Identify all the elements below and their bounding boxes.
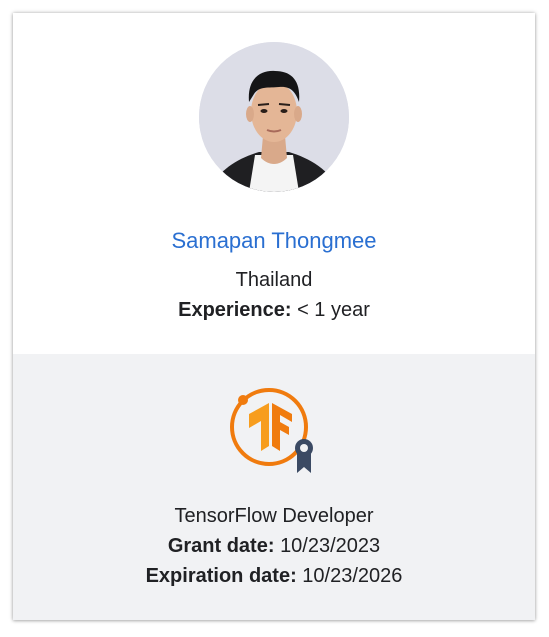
certificate-card: Samapan Thongmee Thailand Experience: < … [13, 13, 535, 620]
expiration-date-label: Expiration date: [145, 565, 297, 587]
profile-section: Samapan Thongmee Thailand Experience: < … [13, 13, 535, 354]
grant-date-value: 10/23/2023 [280, 535, 381, 557]
profile-name[interactable]: Samapan Thongmee [13, 228, 535, 254]
grant-date: Grant date: 10/23/2023 [13, 534, 535, 558]
certificate-name: TensorFlow Developer [174, 505, 374, 527]
certificate-section: TensorFlow Developer Grant date: 10/23/2… [13, 354, 535, 620]
tensorflow-certificate-badge-icon [229, 384, 321, 476]
person-photo-icon [199, 42, 349, 192]
profile-experience: Experience: < 1 year [13, 298, 535, 322]
profile-country: Thailand [235, 269, 313, 291]
grant-date-label: Grant date: [167, 535, 275, 557]
experience-label: Experience: [178, 299, 292, 321]
experience-value: < 1 year [297, 299, 370, 321]
expiration-date-value: 10/23/2026 [302, 565, 403, 587]
expiration-date: Expiration date: 10/23/2026 [13, 564, 535, 588]
avatar [199, 42, 349, 192]
